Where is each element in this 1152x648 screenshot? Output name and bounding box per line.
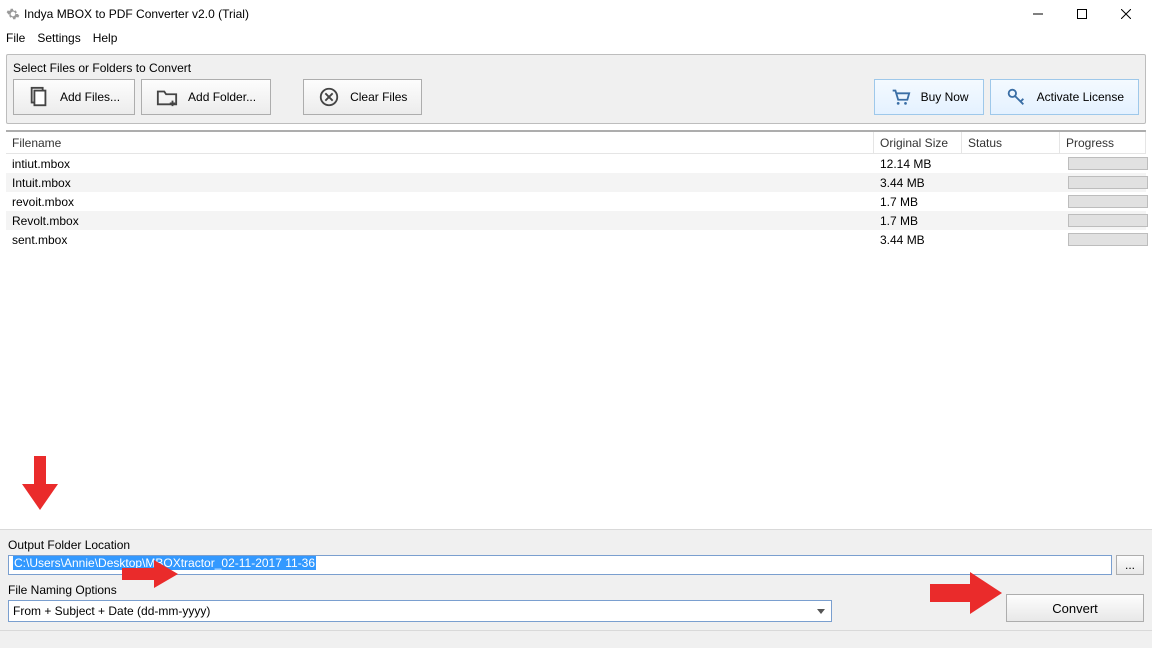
buy-now-button[interactable]: Buy Now xyxy=(874,79,984,115)
output-folder-label: Output Folder Location xyxy=(8,538,1144,552)
menu-settings[interactable]: Settings xyxy=(37,31,80,45)
convert-button[interactable]: Convert xyxy=(1006,594,1144,622)
add-files-label: Add Files... xyxy=(60,90,120,104)
th-size[interactable]: Original Size xyxy=(874,132,962,153)
minimize-button[interactable] xyxy=(1016,0,1060,28)
clear-files-button[interactable]: Clear Files xyxy=(303,79,422,115)
file-naming-select[interactable]: From + Subject + Date (dd-mm-yyyy) xyxy=(8,600,832,622)
progress-bar xyxy=(1068,195,1148,208)
add-folder-button[interactable]: Add Folder... xyxy=(141,79,271,115)
cell-size: 3.44 MB xyxy=(874,233,962,247)
table-row[interactable]: revoit.mbox1.7 MB xyxy=(6,192,1146,211)
app-icon xyxy=(6,7,20,21)
cell-progress xyxy=(1060,157,1146,170)
cell-progress xyxy=(1060,195,1146,208)
activate-license-label: Activate License xyxy=(1037,90,1124,104)
th-status[interactable]: Status xyxy=(962,132,1060,153)
annotation-arrow-output xyxy=(22,456,58,510)
cell-progress xyxy=(1060,214,1146,227)
browse-button[interactable]: ... xyxy=(1116,555,1144,575)
table-row[interactable]: Intuit.mbox3.44 MB xyxy=(6,173,1146,192)
file-naming-selected: From + Subject + Date (dd-mm-yyyy) xyxy=(13,604,210,618)
title-bar: Indya MBOX to PDF Converter v2.0 (Trial) xyxy=(0,0,1152,28)
add-folder-label: Add Folder... xyxy=(188,90,256,104)
table-header: Filename Original Size Status Progress xyxy=(6,132,1146,154)
key-icon xyxy=(1005,86,1027,108)
status-bar xyxy=(0,630,1152,648)
cell-progress xyxy=(1060,176,1146,189)
folder-add-icon xyxy=(156,86,178,108)
clear-files-label: Clear Files xyxy=(350,90,407,104)
progress-bar xyxy=(1068,157,1148,170)
convert-label: Convert xyxy=(1052,601,1098,616)
annotation-arrow-naming xyxy=(122,560,178,588)
cell-filename: Revolt.mbox xyxy=(6,214,874,228)
annotation-arrow-convert xyxy=(930,572,1002,614)
cell-filename: sent.mbox xyxy=(6,233,874,247)
table-row[interactable]: sent.mbox3.44 MB xyxy=(6,230,1146,249)
maximize-button[interactable] xyxy=(1060,0,1104,28)
menu-help[interactable]: Help xyxy=(93,31,118,45)
toolbar-section-label: Select Files or Folders to Convert xyxy=(7,59,1145,79)
progress-bar xyxy=(1068,176,1148,189)
progress-bar xyxy=(1068,233,1148,246)
buy-now-label: Buy Now xyxy=(921,90,969,104)
file-table: Filename Original Size Status Progress i… xyxy=(6,130,1146,249)
cell-filename: Intuit.mbox xyxy=(6,176,874,190)
window-title: Indya MBOX to PDF Converter v2.0 (Trial) xyxy=(24,7,249,21)
cart-icon xyxy=(889,86,911,108)
clear-icon xyxy=(318,86,340,108)
close-button[interactable] xyxy=(1104,0,1148,28)
activate-license-button[interactable]: Activate License xyxy=(990,79,1139,115)
toolbar: Select Files or Folders to Convert Add F… xyxy=(6,54,1146,124)
cell-filename: intiut.mbox xyxy=(6,157,874,171)
cell-size: 12.14 MB xyxy=(874,157,962,171)
file-icon xyxy=(28,86,50,108)
th-progress[interactable]: Progress xyxy=(1060,132,1146,153)
add-files-button[interactable]: Add Files... xyxy=(13,79,135,115)
cell-size: 3.44 MB xyxy=(874,176,962,190)
cell-progress xyxy=(1060,233,1146,246)
table-row[interactable]: intiut.mbox12.14 MB xyxy=(6,154,1146,173)
menu-bar: File Settings Help xyxy=(0,28,1152,48)
cell-size: 1.7 MB xyxy=(874,195,962,209)
table-body: intiut.mbox12.14 MBIntuit.mbox3.44 MBrev… xyxy=(6,154,1146,249)
th-filename[interactable]: Filename xyxy=(6,132,874,153)
cell-size: 1.7 MB xyxy=(874,214,962,228)
menu-file[interactable]: File xyxy=(6,31,25,45)
progress-bar xyxy=(1068,214,1148,227)
cell-filename: revoit.mbox xyxy=(6,195,874,209)
table-row[interactable]: Revolt.mbox1.7 MB xyxy=(6,211,1146,230)
